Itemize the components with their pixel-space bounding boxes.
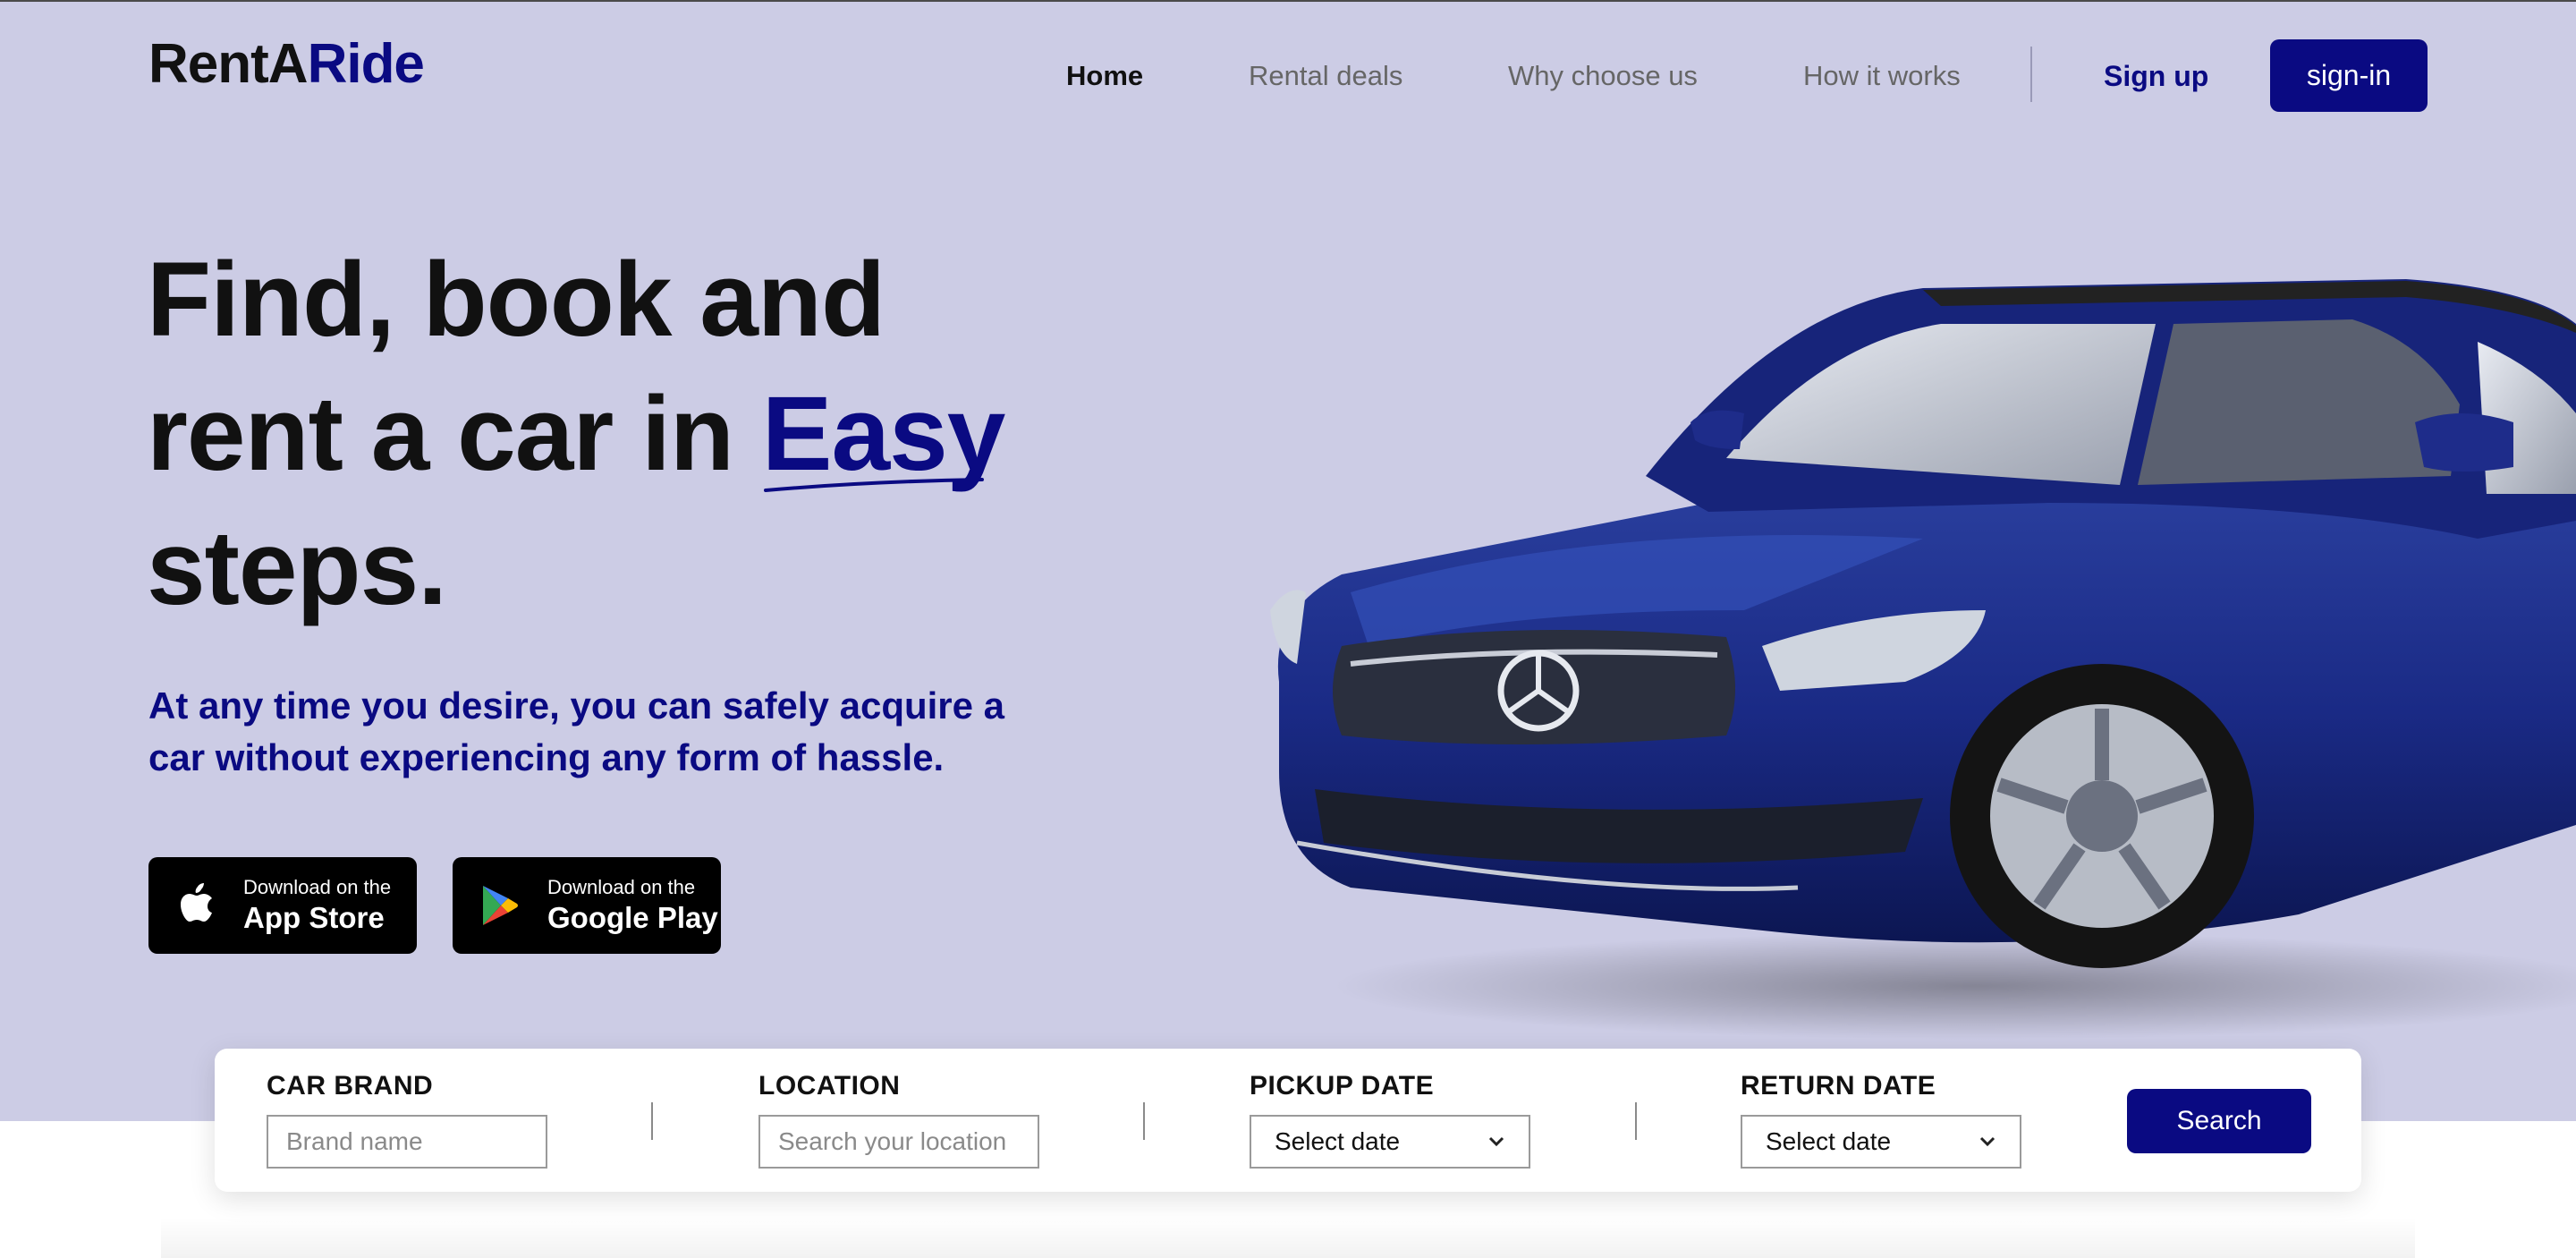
- hero-headline: Find, book and rent a car in Easy steps.: [147, 233, 1220, 635]
- nav-link-home[interactable]: Home: [1066, 54, 1143, 98]
- app-store-button[interactable]: Download on the App Store: [148, 857, 417, 954]
- bottom-shadow: [161, 1217, 2415, 1258]
- app-store-small-text: Download on the: [243, 876, 392, 898]
- field-separator: [651, 1102, 653, 1140]
- car-image: [1270, 279, 2576, 1040]
- field-separator: [1635, 1102, 1637, 1140]
- return-date-value: Select date: [1766, 1127, 1892, 1155]
- google-play-big-text: Google Play: [547, 901, 718, 934]
- location-input[interactable]: [758, 1115, 1039, 1169]
- nav-divider: [2030, 47, 2032, 102]
- field-separator: [1143, 1102, 1145, 1140]
- pickup-date-label: PICKUP DATE: [1250, 1071, 1435, 1101]
- search-panel: CAR BRAND LOCATION PICKUP DATE Select da…: [215, 1049, 2361, 1192]
- headline-line-2: rent a car in: [147, 375, 762, 493]
- pickup-date-value: Select date: [1275, 1127, 1401, 1155]
- return-date-label: RETURN DATE: [1741, 1071, 1936, 1101]
- nav-link-how-it-works[interactable]: How it works: [1803, 54, 1961, 98]
- app-store-big-text: App Store: [243, 901, 385, 934]
- logo-text-accent: Ride: [307, 33, 425, 95]
- hero-section: RentARide Home Rental deals Why choose u…: [0, 0, 2576, 1121]
- car-brand-label: CAR BRAND: [267, 1071, 434, 1101]
- car-brand-field: CAR BRAND: [267, 1068, 547, 1169]
- google-play-icon: [483, 886, 518, 925]
- headline-highlight: Easy: [762, 367, 1006, 501]
- location-label: LOCATION: [758, 1071, 901, 1101]
- google-play-small-text: Download on the: [547, 876, 696, 898]
- hero-subtitle: At any time you desire, you can safely a…: [148, 684, 1005, 778]
- headline-line-1: Find, book and: [147, 241, 886, 359]
- signin-button[interactable]: sign-in: [2270, 39, 2428, 112]
- logo[interactable]: RentARide: [148, 32, 425, 96]
- nav-link-rental-deals[interactable]: Rental deals: [1249, 54, 1402, 98]
- underline-stroke: [763, 478, 984, 492]
- nav-link-why-choose-us[interactable]: Why choose us: [1508, 54, 1698, 98]
- headline-line-3: steps.: [147, 509, 447, 627]
- pickup-date-field: PICKUP DATE Select date: [1250, 1068, 1530, 1169]
- logo-text-primary: RentA: [148, 33, 309, 95]
- return-date-select[interactable]: Select date: [1741, 1115, 2021, 1169]
- apple-icon: [181, 883, 212, 922]
- return-date-field: RETURN DATE Select date: [1741, 1068, 2021, 1169]
- location-field: LOCATION: [758, 1068, 1039, 1169]
- google-play-button[interactable]: Download on the Google Play: [453, 857, 721, 954]
- chevron-down-icon: [1979, 1136, 1996, 1147]
- google-play-text: Download on the Google Play: [547, 875, 718, 936]
- car-brand-input[interactable]: [267, 1115, 547, 1169]
- search-button[interactable]: Search: [2127, 1089, 2311, 1153]
- pickup-date-select[interactable]: Select date: [1250, 1115, 1530, 1169]
- app-store-text: Download on the App Store: [243, 875, 391, 936]
- chevron-down-icon: [1488, 1136, 1504, 1147]
- signup-link[interactable]: Sign up: [2104, 54, 2208, 98]
